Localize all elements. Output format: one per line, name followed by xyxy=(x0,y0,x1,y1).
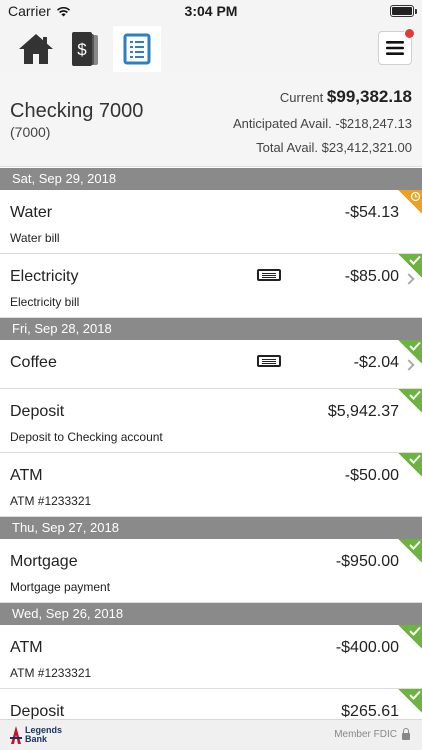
transaction-description: Electricity bill xyxy=(10,295,80,309)
transaction-row[interactable]: Mortgage -$950.00 Mortgage payment xyxy=(0,539,422,603)
day-header: Sat, Sep 29, 2018 xyxy=(0,168,422,190)
cleared-check-icon xyxy=(398,340,422,364)
top-tab-bar: $ xyxy=(0,22,422,72)
cleared-check-icon xyxy=(398,389,422,413)
ledger-icon xyxy=(123,33,151,65)
transaction-amount: $265.61 xyxy=(341,703,399,719)
battery-icon xyxy=(390,5,417,17)
notification-badge xyxy=(404,28,415,39)
memo-icon xyxy=(257,269,281,281)
cleared-check-icon xyxy=(398,625,422,649)
lock-icon xyxy=(402,727,410,740)
transaction-amount: -$85.00 xyxy=(344,268,399,285)
status-bar: Carrier 3:04 PM xyxy=(0,0,422,22)
transaction-amount: -$950.00 xyxy=(335,553,399,570)
account-header: Checking 7000 (7000) Current $99,382.18 … xyxy=(0,72,422,167)
transaction-amount: $5,942.37 xyxy=(327,403,399,420)
transaction-row[interactable]: Deposit $265.61 xyxy=(0,689,422,719)
home-icon xyxy=(19,34,53,64)
transaction-title: Deposit xyxy=(10,703,65,719)
transaction-title: Electricity xyxy=(10,268,79,285)
fdic-label: Member FDIC xyxy=(334,729,397,740)
current-balance: Current $99,382.18 xyxy=(280,87,412,107)
transaction-description: Water bill xyxy=(10,231,60,245)
day-header: Thu, Sep 27, 2018 xyxy=(0,517,422,539)
account-name: Checking 7000 xyxy=(10,100,144,122)
transaction-list: Sat, Sep 29, 2018 Water -$54.13 Water bi… xyxy=(0,168,422,719)
cleared-check-icon xyxy=(398,254,422,278)
transaction-row[interactable]: Water -$54.13 Water bill xyxy=(0,190,422,254)
bank-name-line2: Bank xyxy=(25,734,48,744)
cleared-check-icon xyxy=(398,689,422,713)
total-available: Total Avail. $23,412,321.00 xyxy=(256,140,412,155)
status-time: 3:04 PM xyxy=(184,3,238,19)
tab-accounts[interactable] xyxy=(113,26,161,72)
transaction-row[interactable]: Electricity -$85.00 Electricity bill xyxy=(0,254,422,318)
transaction-row[interactable]: Coffee -$2.04 xyxy=(0,340,422,389)
transaction-title: ATM xyxy=(10,467,43,484)
fdic-notice: Member FDIC xyxy=(334,727,410,740)
transaction-row[interactable]: ATM -$400.00 ATM #1233321 xyxy=(0,625,422,689)
money-icon: $ xyxy=(72,32,98,66)
current-balance-label: Current xyxy=(279,90,324,105)
transaction-description: ATM #1233321 xyxy=(10,494,92,508)
transaction-amount: -$400.00 xyxy=(335,639,399,656)
cleared-check-icon xyxy=(398,539,422,563)
transaction-amount: -$50.00 xyxy=(344,467,399,484)
bank-logo-icon xyxy=(10,726,22,744)
transaction-description: Deposit to Checking account xyxy=(10,430,163,444)
transaction-title: Water xyxy=(10,204,53,221)
transaction-row[interactable]: ATM -$50.00 ATM #1233321 xyxy=(0,453,422,517)
transaction-title: Mortgage xyxy=(10,553,78,570)
hamburger-menu-icon xyxy=(386,41,404,55)
transaction-description: ATM #1233321 xyxy=(10,666,92,680)
tab-transfers[interactable]: $ xyxy=(62,26,110,72)
day-header: Wed, Sep 26, 2018 xyxy=(0,603,422,625)
tab-home[interactable] xyxy=(12,26,60,72)
footer-bar: Legends Bank Member FDIC xyxy=(0,719,422,750)
current-balance-value: $99,382.18 xyxy=(326,87,412,106)
transaction-amount: -$54.13 xyxy=(344,204,399,221)
transaction-description: Mortgage payment xyxy=(10,580,111,594)
cleared-check-icon xyxy=(398,453,422,477)
transaction-title: ATM xyxy=(10,639,43,656)
transaction-title: Deposit xyxy=(10,403,65,420)
anticipated-balance: Anticipated Avail. -$218,247.13 xyxy=(232,116,412,131)
transaction-row[interactable]: Deposit $5,942.37 Deposit to Checking ac… xyxy=(0,389,422,453)
transaction-title: Coffee xyxy=(10,354,57,371)
pending-status-icon xyxy=(398,190,422,214)
transaction-amount: -$2.04 xyxy=(353,354,399,371)
memo-icon xyxy=(257,355,281,367)
bank-logo: Legends Bank xyxy=(10,725,62,745)
menu-button[interactable] xyxy=(378,28,415,65)
day-header: Fri, Sep 28, 2018 xyxy=(0,318,422,340)
account-number: (7000) xyxy=(10,124,51,140)
svg-text:$: $ xyxy=(77,40,87,59)
